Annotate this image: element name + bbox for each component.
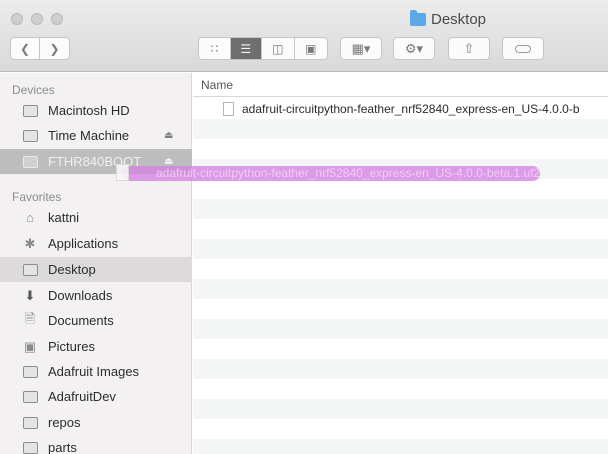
list-row [193,339,608,359]
devices-header: Devices [12,83,55,97]
file-list: Name adafruit-circuitpython-feather_nrf5… [193,73,608,454]
folder-icon [22,390,38,404]
time-machine-drive-icon [22,129,38,143]
cover-flow-view-button[interactable]: ▣ [295,38,327,59]
folder-icon [22,441,38,454]
sidebar-item-macintosh-hd[interactable]: Macintosh HD [0,98,192,123]
list-row [193,139,608,159]
sidebar-item-repos[interactable]: repos [0,410,192,435]
share-icon: ⇧ [463,40,475,56]
column-view-button[interactable]: ◫ [262,38,295,59]
drag-preview-label: adafruit-circuitpython-feather_nrf52840_… [156,166,540,180]
chevron-right-icon: ❯ [49,41,60,56]
home-icon: ⌂ [26,210,34,225]
sidebar-item-adafruit-images[interactable]: Adafruit Images [0,359,192,384]
sidebar-item-label: Applications [48,236,119,251]
sidebar-item-downloads[interactable]: ⬇ Downloads [0,283,192,308]
sidebar: Devices Macintosh HD Time Machine ⏏ FTHR… [0,73,192,454]
sidebar-item-applications[interactable]: ✱ Applications [0,231,192,256]
sidebar-item-label: kattni [48,210,80,225]
list-view-icon: ☰ [240,41,252,56]
dragged-file-icon [116,164,129,181]
name-column-header[interactable]: Name [193,73,608,97]
camera-icon: ▣ [23,338,37,354]
sidebar-item-label: parts [48,440,77,454]
window-titlebar: Desktop ❮ ❯ ∷ ☰ ◫ ▣ ▦▾ ⚙▾ ⇧ [0,0,608,72]
sidebar-item-label: Macintosh HD [48,103,130,118]
arrange-button[interactable]: ▦▾ [340,37,382,60]
external-drive-icon [22,155,38,169]
favorites-header: Favorites [12,190,62,204]
list-row [193,319,608,339]
sidebar-item-label: repos [48,415,81,430]
chevron-left-icon: ❮ [19,41,31,56]
list-row [193,299,608,319]
action-button[interactable]: ⚙▾ [393,37,435,60]
list-row [193,399,608,419]
list-row [193,119,608,139]
sidebar-item-kattni[interactable]: ⌂ kattni [0,205,192,230]
back-button[interactable]: ❮ [11,38,41,59]
sidebar-item-label: Desktop [48,262,96,277]
list-row [193,439,608,454]
applications-icon: ✱ [24,235,36,251]
view-mode-selector: ∷ ☰ ◫ ▣ [198,37,328,60]
sidebar-item-label: Downloads [48,288,113,303]
close-window-button[interactable] [11,13,23,25]
list-row [193,359,608,379]
list-row [193,259,608,279]
downloads-icon: ⬇ [24,287,36,303]
folder-icon [22,365,38,379]
window-title: Desktop [410,10,487,28]
list-row [193,219,608,239]
tag-icon [515,44,531,53]
folder-icon [410,10,426,26]
file-name: adafruit-circuitpython-feather_nrf52840_… [242,102,580,116]
sidebar-item-label: Adafruit Images [48,364,140,379]
window-title-label: Desktop [431,11,487,28]
sidebar-item-parts[interactable]: parts [0,435,192,454]
sidebar-item-time-machine[interactable]: Time Machine ⏏ [0,123,192,148]
drag-preview: adafruit-circuitpython-feather_nrf52840_… [122,166,540,181]
list-row [193,419,608,439]
list-row [193,279,608,299]
sidebar-item-label: Documents [48,313,114,328]
share-button[interactable]: ⇧ [448,37,490,60]
list-row [193,379,608,399]
sidebar-item-label: Pictures [48,339,95,354]
documents-icon: 🗎 [24,310,36,326]
desktop-icon [22,263,38,277]
column-view-icon: ◫ [272,41,284,56]
list-view-button[interactable]: ☰ [230,38,263,59]
grid-arrange-icon: ▦▾ [351,40,371,56]
name-column-label: Name [201,78,234,92]
cover-flow-view-icon: ▣ [305,41,317,56]
forward-button[interactable]: ❯ [40,38,69,59]
list-row [193,179,608,199]
eject-icon[interactable]: ⏏ [164,130,173,141]
tags-button[interactable] [502,37,544,60]
sidebar-item-label: AdafruitDev [48,389,116,404]
gear-icon: ⚙▾ [404,40,424,56]
icon-view-button[interactable]: ∷ [199,38,231,59]
list-row [193,239,608,259]
folder-icon [22,416,38,430]
sidebar-item-documents[interactable]: 🗎 Documents [0,308,192,333]
hard-drive-icon [22,104,38,118]
sidebar-item-label: Time Machine [48,128,130,143]
file-row[interactable]: adafruit-circuitpython-feather_nrf52840_… [193,99,608,119]
document-icon [223,102,234,116]
icon-view-icon: ∷ [210,41,219,56]
sidebar-item-pictures[interactable]: ▣ Pictures [0,334,192,359]
list-row [193,199,608,219]
zoom-window-button[interactable] [51,13,63,25]
navigation-buttons: ❮ ❯ [10,37,70,60]
minimize-window-button[interactable] [31,13,43,25]
sidebar-item-adafruitdev[interactable]: AdafruitDev [0,384,192,409]
sidebar-item-desktop[interactable]: Desktop [0,257,192,282]
